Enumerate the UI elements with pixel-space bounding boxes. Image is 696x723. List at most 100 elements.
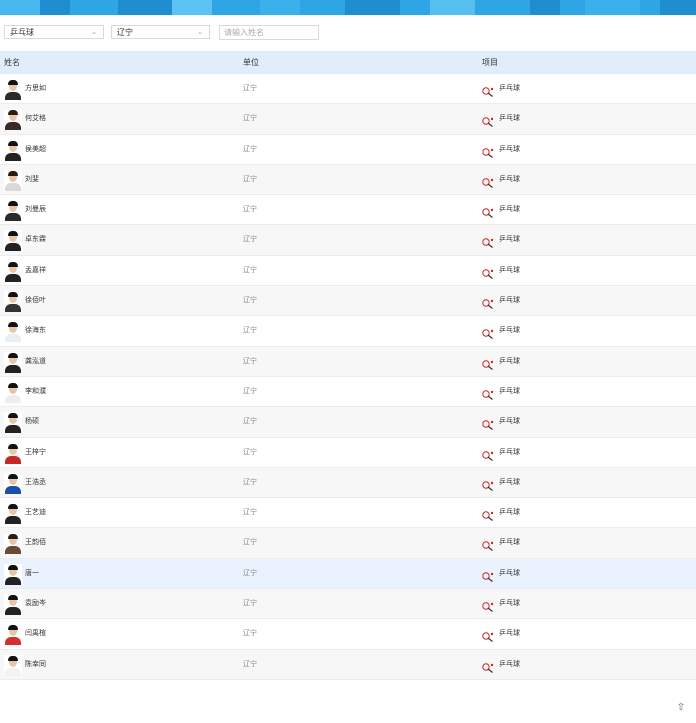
table-row[interactable]: 唐一 辽宁 乒乓球	[0, 558, 696, 590]
banner-pattern	[40, 0, 70, 15]
athlete-unit: 辽宁	[243, 509, 257, 517]
athlete-name[interactable]: 陈幸同	[25, 650, 46, 680]
athlete-unit: 辽宁	[243, 569, 257, 577]
athlete-name[interactable]: 袁励岑	[25, 589, 46, 619]
table-row[interactable]: 刘曼辰 辽宁 乒乓球	[0, 195, 696, 226]
avatar	[4, 563, 22, 585]
avatar	[4, 594, 22, 616]
athlete-sport: 乒乓球	[499, 85, 520, 92]
table-row[interactable]: 方思如 辽宁 乒乓球	[0, 74, 696, 105]
table-tennis-icon	[482, 660, 494, 673]
athlete-name[interactable]: 闫禹楦	[25, 619, 46, 649]
table-tennis-icon	[482, 538, 494, 552]
table-tennis-icon	[482, 326, 494, 340]
table-row[interactable]: 陈幸同 辽宁 乒乓球	[0, 649, 696, 680]
athlete-name[interactable]: 徐海东	[25, 316, 46, 346]
athlete-sport: 乒乓球	[499, 418, 520, 426]
unit-select-value: 辽宁	[117, 28, 133, 37]
table-row[interactable]: 王浩丞 辽宁 乒乓球	[0, 467, 696, 499]
athlete-name[interactable]: 王梓宁	[25, 438, 46, 468]
avatar	[4, 533, 22, 555]
avatar	[4, 412, 22, 434]
banner-pattern	[660, 0, 696, 15]
table-row[interactable]: 徐佰叶 辽宁 乒乓球	[0, 286, 696, 317]
table-tennis-icon	[482, 266, 494, 279]
table-tennis-icon	[482, 569, 494, 582]
athlete-unit: 辽宁	[243, 387, 257, 395]
chevron-down-icon: ⌄	[91, 29, 97, 36]
athlete-sport: 乒乓球	[499, 327, 520, 335]
table-tennis-icon	[482, 417, 494, 431]
banner-pattern	[530, 0, 560, 15]
table-tennis-icon	[482, 387, 494, 400]
table-row[interactable]: 卓东霖 辽宁 乒乓球	[0, 225, 696, 256]
athlete-name[interactable]: 龚泓道	[25, 347, 46, 377]
avatar	[4, 654, 22, 676]
athlete-unit: 辽宁	[243, 327, 257, 335]
table-tennis-icon	[482, 84, 494, 97]
athlete-name[interactable]: 何艾格	[25, 104, 46, 134]
athlete-name[interactable]: 刘斐	[25, 165, 39, 195]
banner-pattern	[172, 0, 212, 15]
table-row[interactable]: 王韵佰 辽宁 乒乓球	[0, 528, 696, 559]
athlete-name[interactable]: 杨硕	[25, 407, 39, 437]
athlete-name[interactable]: 方思如	[25, 74, 46, 104]
athlete-unit: 辽宁	[243, 660, 257, 668]
avatar	[4, 139, 22, 161]
athlete-name[interactable]: 唐一	[25, 559, 39, 589]
banner-pattern	[430, 0, 475, 15]
athlete-unit: 辽宁	[243, 418, 257, 426]
athlete-name[interactable]: 侯美超	[25, 135, 46, 165]
filter-bar: 乒乓球 ⌄ 辽宁 ⌄ 请输入姓名	[0, 15, 696, 51]
athlete-unit: 辽宁	[243, 85, 257, 92]
table-row[interactable]: 龚泓道 辽宁 乒乓球	[0, 346, 696, 377]
athlete-name[interactable]: 卓东霖	[25, 225, 46, 255]
column-header-unit: 单位	[243, 58, 259, 67]
table-row[interactable]: 侯美超 辽宁 乒乓球	[0, 135, 696, 165]
table-row[interactable]: 李和濮 辽宁 乒乓球	[0, 377, 696, 408]
banner-pattern	[118, 0, 172, 15]
table-row[interactable]: 王艺迪 辽宁 乒乓球	[0, 498, 696, 529]
athlete-name[interactable]: 徐佰叶	[25, 286, 46, 316]
table-tennis-icon	[482, 114, 494, 128]
athlete-sport: 乒乓球	[499, 266, 520, 274]
athlete-name[interactable]: 王艺迪	[25, 498, 46, 528]
table-row[interactable]: 何艾格 辽宁 乒乓球	[0, 104, 696, 135]
table-tennis-icon	[482, 478, 494, 491]
athlete-unit: 辽宁	[243, 539, 257, 547]
table-row[interactable]: 刘斐 辽宁 乒乓球	[0, 164, 696, 196]
scroll-top-icon[interactable]: ⇧	[672, 699, 690, 717]
athlete-unit: 辽宁	[243, 206, 257, 214]
athlete-table-body: 方思如 辽宁 乒乓球 何艾格 辽宁 乒乓球 侯美超 辽宁 乒乓球 刘斐 辽宁 乒乓球 刘曼辰 辽宁 乒乓球卓…	[0, 74, 696, 680]
table-row[interactable]: 王梓宁 辽宁 乒乓球	[0, 438, 696, 468]
avatar	[4, 624, 22, 646]
athlete-name[interactable]: 王韵佰	[25, 528, 46, 558]
athlete-name[interactable]: 李和濮	[25, 377, 46, 407]
athlete-sport: 乒乓球	[499, 660, 520, 668]
table-row[interactable]: 徐海东 辽宁 乒乓球	[0, 316, 696, 347]
athlete-unit: 辽宁	[243, 236, 257, 244]
table-row[interactable]: 袁励岑 辽宁 乒乓球	[0, 589, 696, 620]
table-tennis-icon	[482, 145, 494, 158]
athlete-sport: 乒乓球	[499, 206, 520, 214]
unit-select[interactable]: 辽宁 ⌄	[111, 25, 210, 39]
athlete-unit: 辽宁	[243, 600, 257, 608]
table-tennis-icon	[482, 508, 494, 522]
table-row[interactable]: 闫禹楦 辽宁 乒乓球	[0, 619, 696, 650]
top-banner	[0, 0, 696, 15]
name-search-input[interactable]: 请输入姓名	[219, 25, 319, 40]
athlete-name[interactable]: 王浩丞	[25, 468, 46, 498]
athlete-unit: 辽宁	[243, 266, 257, 274]
sport-select[interactable]: 乒乓球 ⌄	[4, 25, 104, 39]
athlete-name[interactable]: 刘曼辰	[25, 195, 46, 225]
avatar	[4, 442, 22, 464]
banner-pattern	[260, 0, 300, 15]
table-tennis-icon	[482, 175, 494, 188]
table-tennis-icon	[482, 235, 494, 249]
athlete-name[interactable]: 孟嘉祥	[25, 256, 46, 286]
athlete-unit: 辽宁	[243, 478, 257, 486]
athlete-unit: 辽宁	[243, 145, 257, 153]
table-header: 姓名 单位 项目	[0, 51, 696, 74]
table-row[interactable]: 杨硕 辽宁 乒乓球	[0, 407, 696, 438]
table-row[interactable]: 孟嘉祥 辽宁 乒乓球	[0, 256, 696, 287]
